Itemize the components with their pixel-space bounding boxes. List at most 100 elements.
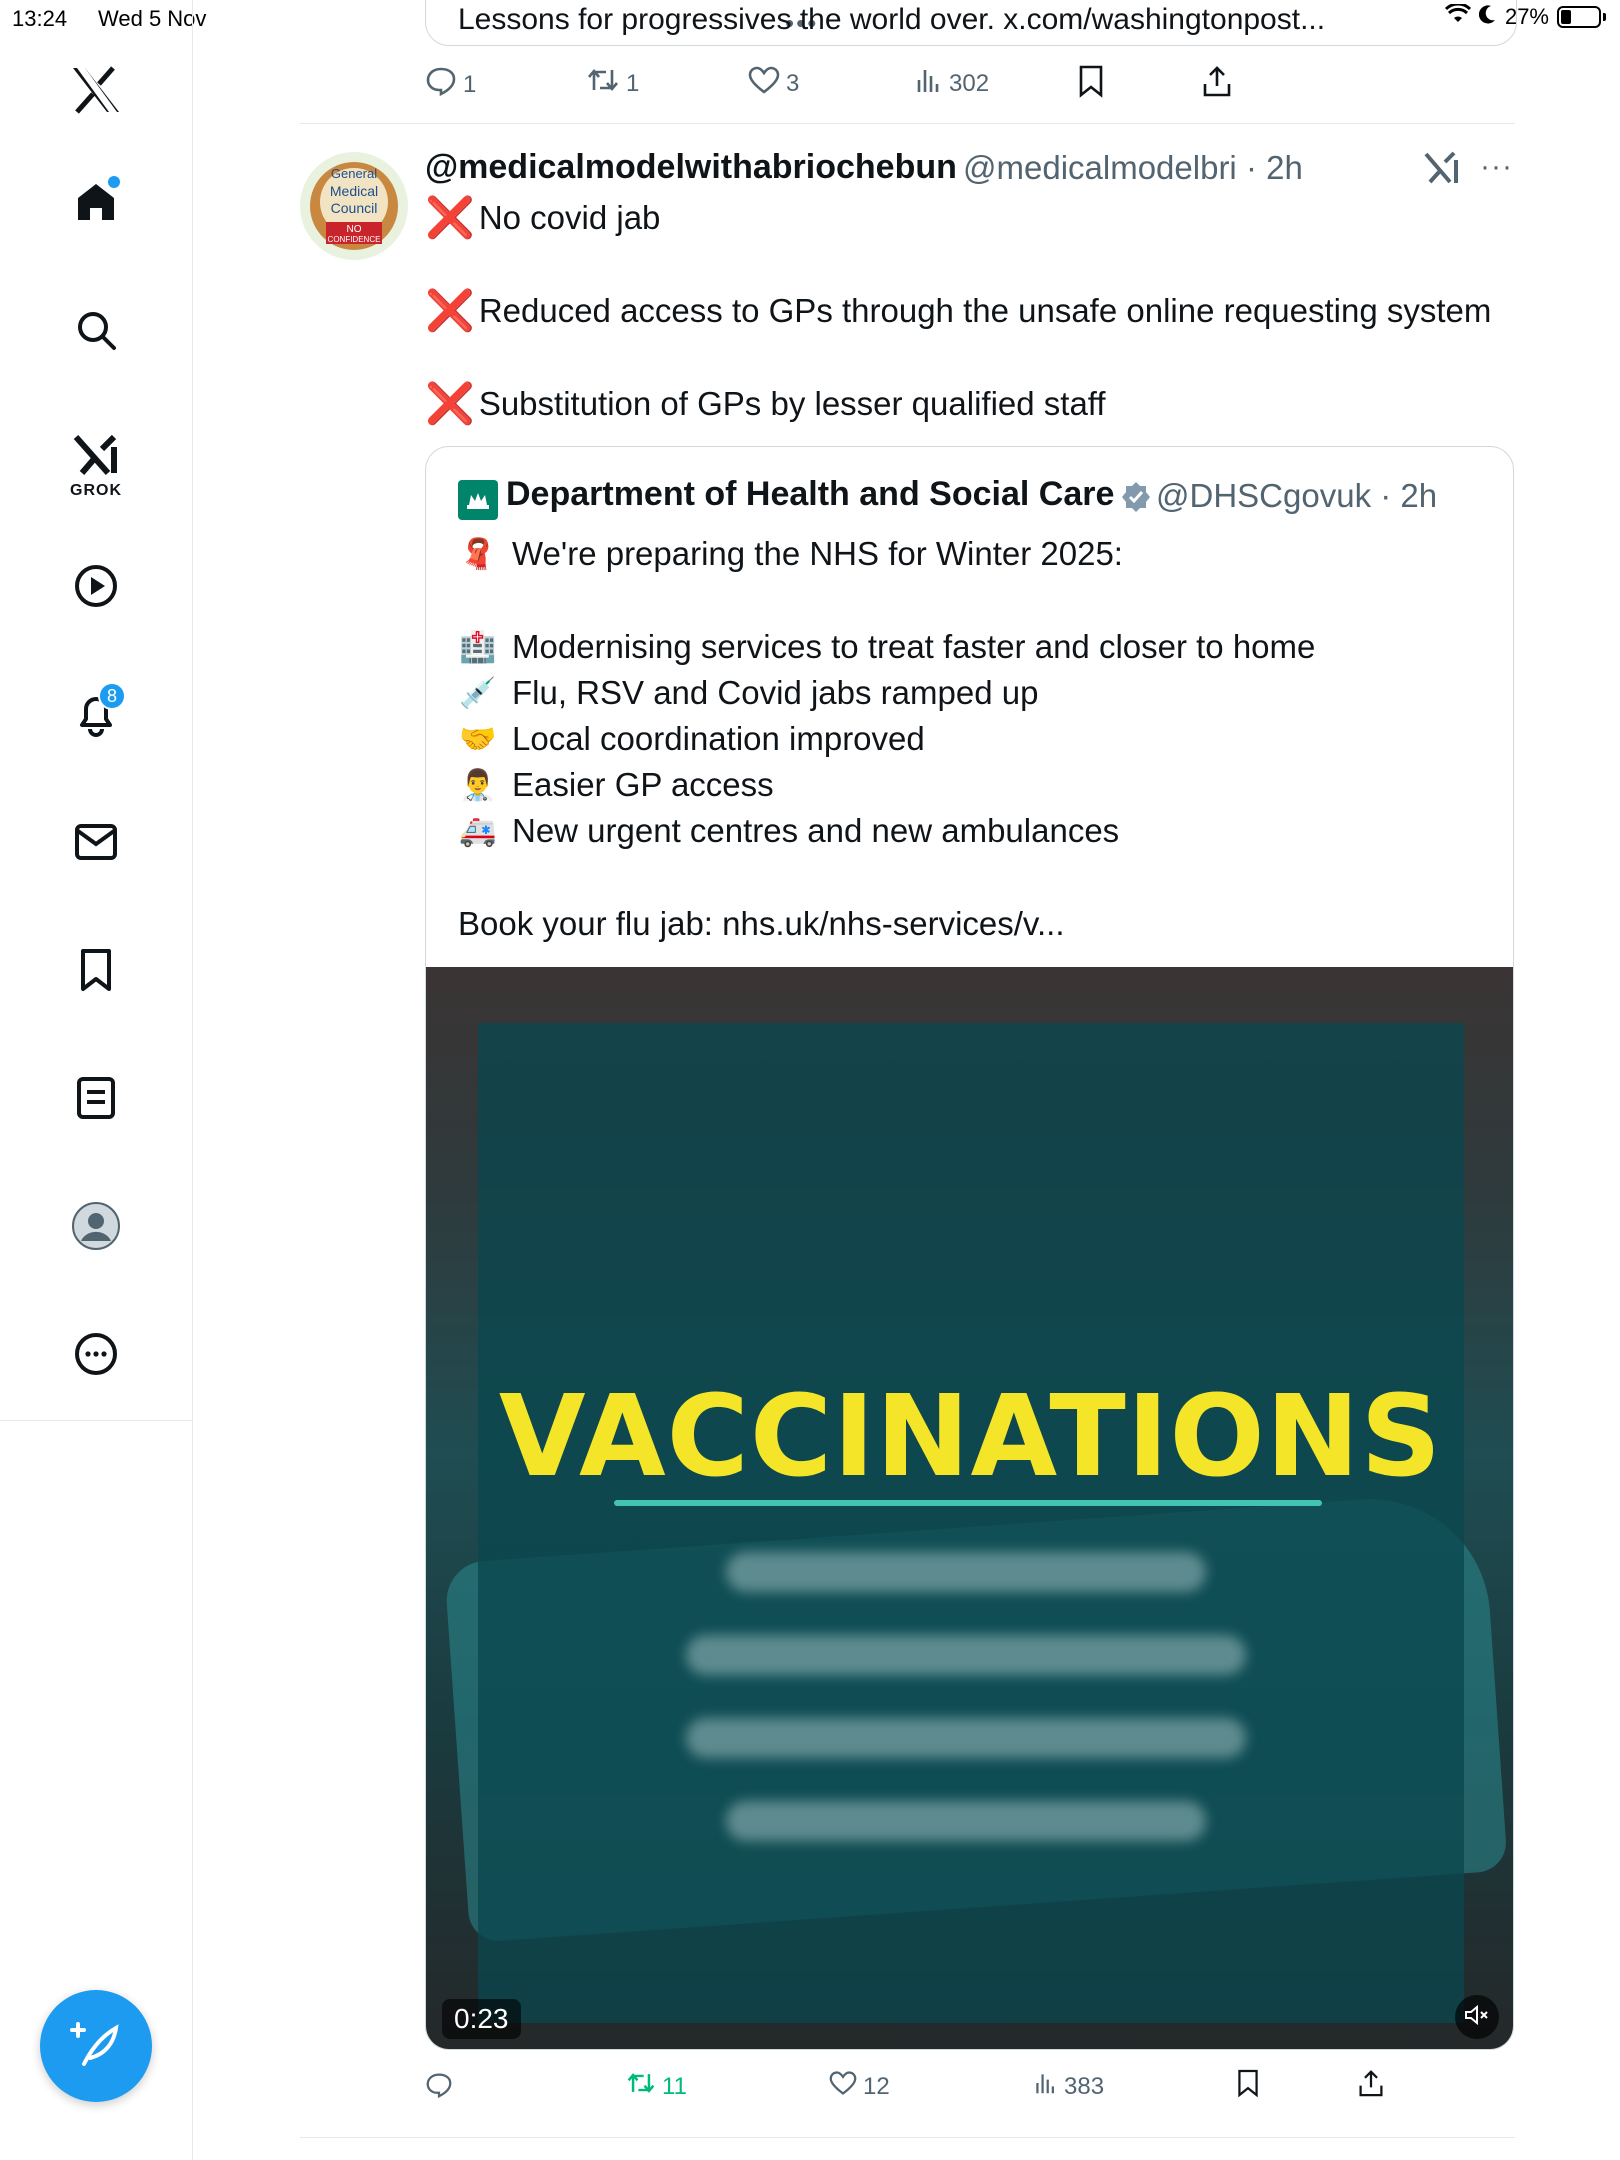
- hospital-emoji-icon: 🏥: [459, 630, 497, 664]
- grok-explain-icon[interactable]: [1424, 150, 1460, 191]
- post-author-meta: @medicalmodelbri · 2h: [963, 149, 1303, 187]
- post-line: ❌ Substitution of GPs by lesser qualifie…: [425, 384, 1106, 424]
- previous-share-button[interactable]: [1202, 64, 1232, 105]
- previous-bookmark-button[interactable]: [1077, 64, 1105, 105]
- notifications-badge: 8: [98, 682, 126, 710]
- cross-mark-icon: ❌: [425, 382, 475, 426]
- quoted-intro: 🧣 We're preparing the NHS for Winter 202…: [458, 535, 1123, 573]
- bookmark-button[interactable]: [1236, 2068, 1260, 2105]
- syringe-emoji-icon: 💉: [459, 676, 497, 710]
- home-unread-dot: [108, 176, 120, 188]
- x-logo-icon[interactable]: [60, 54, 132, 126]
- video-player[interactable]: VACCINATIONS 0:23: [426, 967, 1513, 2049]
- post-time[interactable]: 2h: [1266, 149, 1303, 186]
- play-circle-icon: [73, 563, 119, 614]
- bookmark-icon: [1236, 2068, 1260, 2105]
- view-count: 302: [949, 69, 990, 97]
- like-count: 12: [863, 2072, 890, 2100]
- video-overlay-panel: [478, 1023, 1464, 2023]
- quoted-author-meta: @DHSCgovuk · 2h: [1156, 477, 1437, 515]
- post-more-icon[interactable]: ···: [1480, 150, 1513, 184]
- post-line-text: Reduced access to GPs through the unsafe…: [478, 292, 1492, 329]
- sidebar-divider: [0, 1420, 192, 1421]
- quoted-list-item: 🚑 New urgent centres and new ambulances: [458, 812, 1119, 850]
- quoted-list-item-text: Local coordination improved: [512, 720, 925, 757]
- list-icon: [76, 1076, 116, 1125]
- feather-plus-icon: [68, 2016, 124, 2077]
- handshake-emoji-icon: 🤝: [459, 722, 497, 756]
- svg-text:NO: NO: [347, 224, 362, 235]
- quoted-list-item-text: Modernising services to treat faster and…: [512, 628, 1316, 665]
- speaker-muted-icon: [1464, 2004, 1490, 2031]
- mute-toggle[interactable]: [1455, 1995, 1499, 2039]
- nav-notifications[interactable]: 8: [60, 680, 132, 752]
- share-button[interactable]: [1358, 2068, 1384, 2105]
- quoted-list-item: 🤝 Local coordination improved: [458, 720, 925, 758]
- previous-views-button[interactable]: 302: [915, 66, 989, 101]
- profile-avatar-icon: [71, 1201, 121, 1256]
- svg-text:General: General: [331, 166, 377, 181]
- video-headline: VACCINATIONS: [498, 1372, 1443, 1502]
- reply-button[interactable]: [425, 2072, 453, 2105]
- post-divider: [300, 2137, 1515, 2138]
- repost-icon: [586, 66, 620, 101]
- heart-icon: [829, 2070, 857, 2103]
- quoted-list-item: 🏥 Modernising services to treat faster a…: [458, 628, 1315, 666]
- svg-text:CONFIDENCE: CONFIDENCE: [328, 235, 381, 244]
- post-author-handle[interactable]: @medicalmodelbri: [963, 149, 1237, 186]
- quoted-footer: Book your flu jab: nhs.uk/nhs-services/v…: [458, 905, 1065, 943]
- quoted-author-name: Department of Health and Social Care: [506, 475, 1115, 513]
- video-duration: 0:23: [442, 1999, 521, 2039]
- quoted-post-card[interactable]: Department of Health and Social Care @DH…: [425, 446, 1514, 2050]
- compose-post-button[interactable]: [40, 1990, 152, 2102]
- headline-underline: [614, 1500, 1322, 1506]
- share-icon: [1358, 2068, 1384, 2105]
- views-icon: [1034, 2070, 1058, 2103]
- post-line: ❌ No covid jab: [425, 198, 660, 238]
- nav-messages[interactable]: [60, 808, 132, 880]
- nav-video[interactable]: [60, 552, 132, 624]
- previous-like-button[interactable]: 3: [748, 66, 799, 101]
- views-button[interactable]: 383: [1034, 2070, 1104, 2103]
- grok-label: GROK: [70, 481, 122, 499]
- previous-repost-button[interactable]: 1: [586, 66, 639, 101]
- nav-home[interactable]: [60, 168, 132, 240]
- previous-reply-button[interactable]: 1: [425, 66, 476, 103]
- bookmark-icon: [1077, 64, 1105, 105]
- post-line-text: No covid jab: [478, 199, 661, 236]
- cross-mark-icon: ❌: [425, 196, 475, 240]
- quoted-author-handle: @DHSCgovuk: [1156, 477, 1372, 514]
- previous-post-link-card[interactable]: Lessons for progressives the world over.…: [425, 0, 1517, 46]
- quoted-footer-text: Book your flu jab: nhs.uk/nhs-services/v…: [458, 905, 1065, 942]
- nav-profile[interactable]: [60, 1192, 132, 1264]
- nav-more[interactable]: [60, 1320, 132, 1392]
- previous-post-card-text: Lessons for progressives the world over.…: [458, 3, 1326, 36]
- views-icon: [915, 66, 943, 101]
- search-icon: [74, 308, 118, 357]
- post-author-avatar[interactable]: General Medical Council NO CONFIDENCE: [300, 152, 408, 260]
- nav-explore[interactable]: [60, 296, 132, 368]
- share-icon: [1202, 64, 1232, 105]
- like-button[interactable]: 12: [829, 2070, 890, 2103]
- quoted-post-time: 2h: [1400, 477, 1438, 514]
- post-author-name[interactable]: @medicalmodelwithabriochebun: [425, 148, 957, 187]
- quoted-intro-text: We're preparing the NHS for Winter 2025:: [512, 535, 1123, 572]
- scarf-emoji-icon: 🧣: [459, 537, 497, 571]
- repost-count: 1: [626, 69, 640, 97]
- svg-text:Council: Council: [331, 200, 378, 216]
- quoted-list-item-text: Easier GP access: [512, 766, 774, 803]
- quoted-list-item-text: Flu, RSV and Covid jabs ramped up: [512, 674, 1039, 711]
- post-divider: [300, 123, 1515, 124]
- quoted-list-item-text: New urgent centres and new ambulances: [512, 812, 1120, 849]
- reply-count: 1: [463, 70, 477, 98]
- repost-button[interactable]: 11: [626, 2070, 687, 2103]
- reply-icon: [425, 2072, 453, 2105]
- nav-bookmarks[interactable]: [60, 936, 132, 1008]
- nav-grok[interactable]: GROK: [60, 424, 132, 508]
- dhsc-logo-icon: [458, 480, 498, 520]
- quoted-list-item: 💉 Flu, RSV and Covid jabs ramped up: [458, 674, 1038, 712]
- grok-icon: [72, 433, 120, 482]
- svg-text:Medical: Medical: [330, 183, 378, 199]
- nav-lists[interactable]: [60, 1064, 132, 1136]
- verified-badge-icon: [1119, 480, 1153, 519]
